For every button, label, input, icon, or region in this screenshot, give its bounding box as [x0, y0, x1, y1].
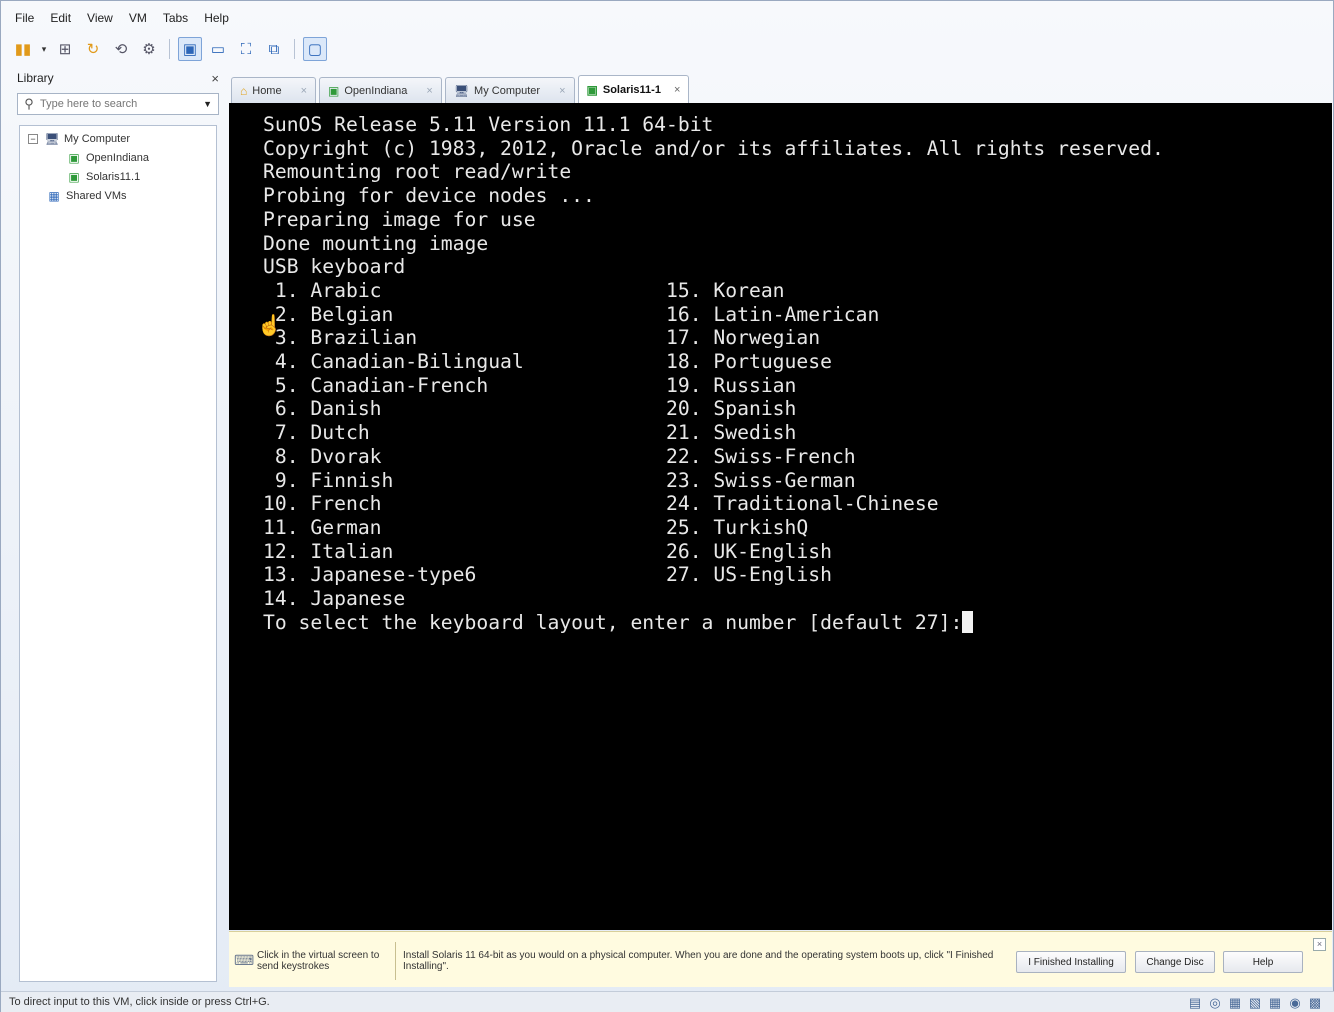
library-panel: Library × ⚲ ▼ − 🖥 My Computer ▣ OpenIndi… [17, 69, 223, 984]
menu-view[interactable]: View [79, 9, 121, 29]
finished-installing-button[interactable]: I Finished Installing [1016, 951, 1126, 973]
close-icon[interactable]: × [1313, 938, 1326, 951]
snapshot-take-icon[interactable]: ↻ [81, 37, 105, 61]
shared-vms-icon: ▦ [48, 189, 60, 203]
unity-icon[interactable]: ⧉ [262, 37, 286, 61]
toolbar-separator [294, 39, 295, 59]
hint-click-text: Click in the virtual screen to send keys… [257, 950, 380, 972]
network-icon[interactable]: ⊞ [53, 37, 77, 61]
chevron-down-icon[interactable]: ▼ [203, 99, 212, 109]
change-disc-button[interactable]: Change Disc [1135, 951, 1215, 973]
sound-icon[interactable]: ◉ [1287, 995, 1303, 1011]
keyboard-icon: ⌨ [234, 952, 255, 968]
close-icon[interactable]: × [301, 85, 307, 97]
vm-console-screen[interactable]: SunOS Release 5.11 Version 11.1 64-bit C… [229, 103, 1332, 930]
hint-install-text: Install Solaris 11 64-bit as you would o… [403, 950, 994, 972]
vm-icon: ▣ [328, 83, 340, 98]
tree-item-label: Shared VMs [66, 190, 127, 202]
tree-item-label: Solaris11.1 [86, 171, 141, 183]
tab-label: Solaris11-1 [602, 83, 661, 96]
hint-bar: ⌨ Click in the virtual screen to send ke… [229, 931, 1332, 987]
menu-bar: File Edit View VM Tabs Help [7, 9, 237, 29]
snapshot-revert-icon[interactable]: ⟲ [109, 37, 133, 61]
vm-icon: ▣ [68, 151, 80, 165]
tab-openindiana[interactable]: ▣ OpenIndiana × [319, 77, 442, 103]
power-icon[interactable]: ▮▮ [11, 37, 35, 61]
tab-bar: ⌂ Home × ▣ OpenIndiana × 🖥 My Computer ×… [231, 75, 690, 103]
text-cursor [962, 610, 974, 633]
show-library-icon[interactable]: ▣ [178, 37, 202, 61]
computer-icon: 🖥 [44, 132, 60, 146]
toolbar: ▮▮ ▾ ⊞ ↻ ⟲ ⚙ ▣ ▭ ⛶ ⧉ ▢ [11, 35, 327, 63]
power-dropdown-icon[interactable]: ▾ [39, 37, 49, 61]
tree-item-openindiana[interactable]: ▣ OpenIndiana [66, 149, 149, 167]
menu-help[interactable]: Help [196, 9, 237, 29]
vm-icon: ▣ [586, 82, 598, 97]
network-adapter-2-icon[interactable]: ▦ [1267, 995, 1283, 1011]
menu-file[interactable]: File [7, 9, 42, 29]
home-icon: ⌂ [240, 83, 248, 98]
close-icon[interactable]: × [674, 84, 680, 96]
tree-item-label: My Computer [64, 133, 131, 145]
hand-pointer-icon: ☝ [257, 315, 282, 337]
library-title: Library [17, 71, 54, 85]
network-adapter-icon[interactable]: ▦ [1227, 995, 1243, 1011]
menu-vm[interactable]: VM [121, 9, 155, 29]
library-header: Library × [17, 71, 223, 89]
library-search: ⚲ ▼ [17, 93, 219, 115]
tree-item-my-computer[interactable]: − 🖥 My Computer [28, 130, 130, 148]
console-view-icon[interactable]: ▢ [303, 37, 327, 61]
computer-icon: 🖥 [453, 83, 470, 98]
status-bar: To direct input to this VM, click inside… [1, 991, 1334, 1012]
hard-disk-icon[interactable]: ▤ [1187, 995, 1203, 1011]
search-input[interactable] [40, 98, 190, 110]
thumbnail-bar-icon[interactable]: ▭ [206, 37, 230, 61]
cd-dvd-icon[interactable]: ◎ [1207, 995, 1223, 1011]
console-output: SunOS Release 5.11 Version 11.1 64-bit C… [263, 113, 1164, 634]
usb-icon[interactable]: ▧ [1247, 995, 1263, 1011]
toolbar-separator [169, 39, 170, 59]
status-text: To direct input to this VM, click inside… [9, 996, 270, 1008]
vm-icon: ▣ [68, 170, 80, 184]
close-icon[interactable]: × [559, 85, 565, 97]
tree-item-label: OpenIndiana [86, 152, 149, 164]
tab-my-computer[interactable]: 🖥 My Computer × [444, 77, 575, 103]
tab-home[interactable]: ⌂ Home × [231, 77, 317, 103]
collapse-icon[interactable]: − [28, 134, 38, 144]
tab-label: OpenIndiana [344, 84, 408, 97]
close-icon[interactable]: × [426, 85, 432, 97]
search-icon: ⚲ [24, 96, 34, 111]
tree-item-shared-vms[interactable]: ▦ Shared VMs [46, 187, 127, 205]
menu-edit[interactable]: Edit [42, 9, 79, 29]
tab-label: My Computer [474, 84, 541, 97]
full-screen-icon[interactable]: ⛶ [234, 37, 258, 61]
help-button[interactable]: Help [1223, 951, 1303, 973]
tab-label: Home [252, 84, 282, 97]
vmware-workstation-window: File Edit View VM Tabs Help ▮▮ ▾ ⊞ ↻ ⟲ ⚙… [0, 0, 1334, 1012]
snapshot-manager-icon[interactable]: ⚙ [137, 37, 161, 61]
message-log-icon[interactable]: ▩ [1307, 995, 1323, 1011]
tab-solaris[interactable]: ▣ Solaris11-1 × [577, 75, 690, 103]
device-icons: ▤ ◎ ▦ ▧ ▦ ◉ ▩ [1187, 995, 1323, 1011]
library-tree: − 🖥 My Computer ▣ OpenIndiana ▣ Solaris1… [19, 125, 217, 982]
hint-divider [395, 942, 396, 980]
menu-tabs[interactable]: Tabs [155, 9, 196, 29]
tree-item-solaris[interactable]: ▣ Solaris11.1 [66, 168, 140, 186]
close-icon[interactable]: × [211, 71, 219, 86]
